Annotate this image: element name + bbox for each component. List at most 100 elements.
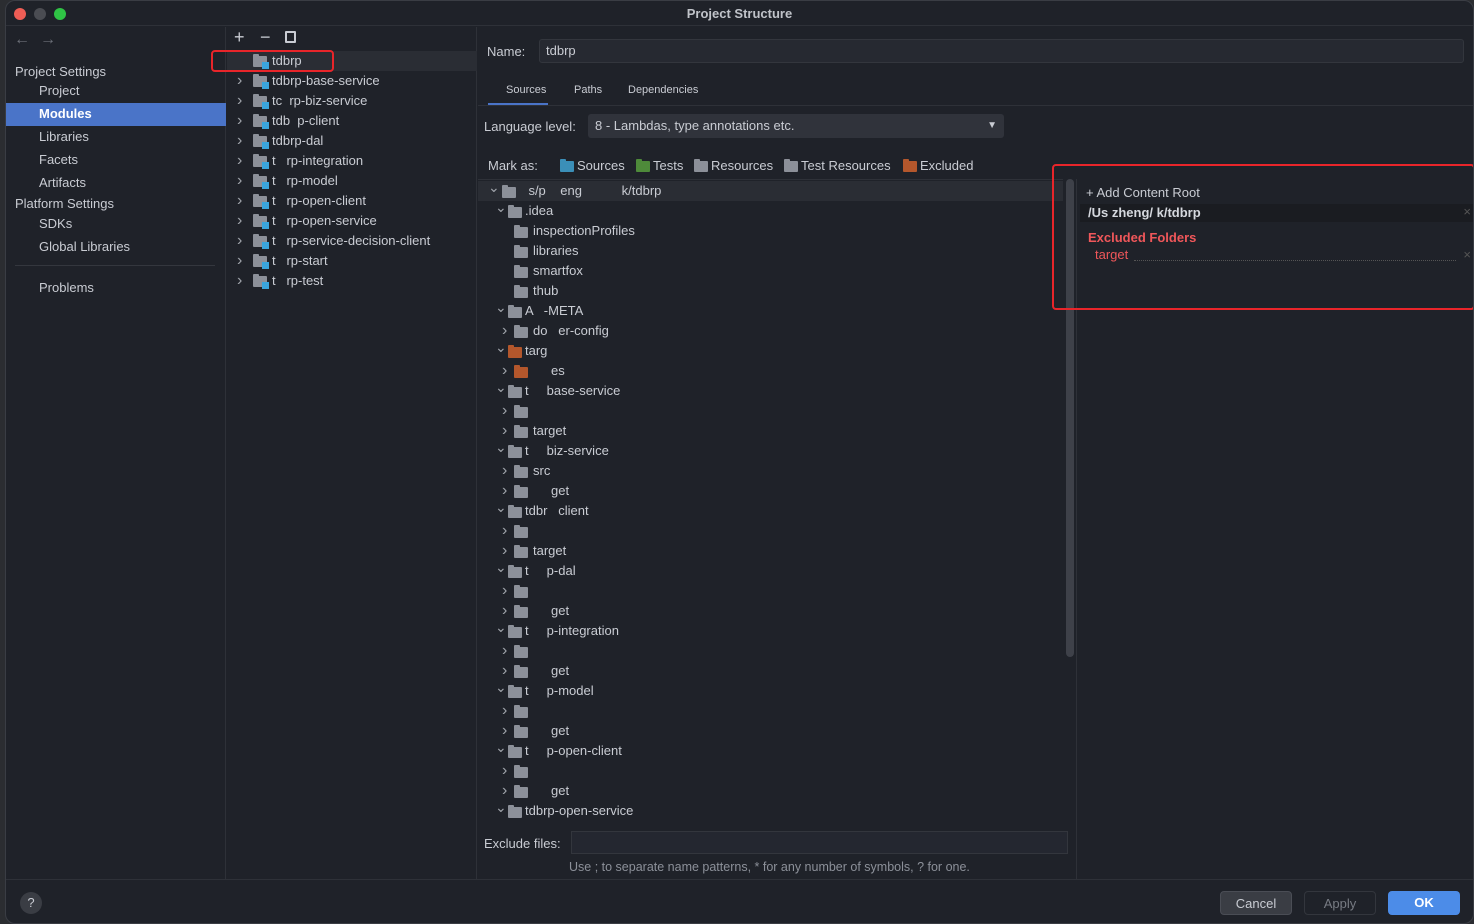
chevron-right-icon[interactable]: ›: [502, 701, 507, 721]
module-item[interactable]: › t rp-start: [227, 251, 477, 271]
module-item[interactable]: › tc rp-biz-service: [227, 91, 477, 111]
tree-node[interactable]: ⌄ A -META: [478, 299, 1063, 321]
copy-icon[interactable]: [285, 31, 296, 43]
chevron-right-icon[interactable]: ›: [237, 71, 242, 91]
chevron-down-icon[interactable]: ⌄: [495, 737, 507, 757]
chevron-right-icon[interactable]: ›: [502, 401, 507, 421]
module-item[interactable]: › t rp-integration: [227, 151, 477, 171]
ok-button[interactable]: OK: [1388, 891, 1460, 915]
sidebar-item-global-libraries[interactable]: Global Libraries: [6, 236, 226, 259]
module-item[interactable]: › tdbrp-dal: [227, 131, 477, 151]
sidebar-item-facets[interactable]: Facets: [6, 149, 226, 172]
tree-node[interactable]: › get: [478, 781, 1063, 801]
tree-node[interactable]: › target: [478, 421, 1063, 441]
zoom-window-button[interactable]: [54, 8, 66, 20]
tab-paths[interactable]: Paths: [574, 84, 602, 104]
chevron-right-icon[interactable]: ›: [237, 151, 242, 171]
mark-as-test-resources-button[interactable]: Test Resources: [784, 158, 891, 176]
mark-as-sources-button[interactable]: Sources: [560, 158, 625, 176]
forward-arrow-icon[interactable]: →: [40, 31, 56, 49]
chevron-right-icon[interactable]: ›: [502, 581, 507, 601]
back-arrow-icon[interactable]: ←: [14, 31, 30, 49]
tree-node[interactable]: › src: [478, 461, 1063, 481]
tree-node[interactable]: › get: [478, 661, 1063, 681]
chevron-down-icon[interactable]: ⌄: [495, 677, 507, 697]
help-button[interactable]: ?: [20, 892, 42, 914]
tab-dependencies[interactable]: Dependencies: [628, 84, 698, 104]
chevron-down-icon[interactable]: ⌄: [495, 617, 507, 637]
tree-node[interactable]: ›: [478, 521, 1063, 541]
language-level-select[interactable]: 8 - Lambdas, type annotations etc. ▼: [588, 114, 1004, 138]
chevron-right-icon[interactable]: ›: [502, 521, 507, 541]
chevron-right-icon[interactable]: ›: [237, 91, 242, 111]
mark-as-excluded-button[interactable]: Excluded: [903, 158, 973, 176]
tree-node[interactable]: › target: [478, 541, 1063, 561]
exclude-files-input[interactable]: [571, 831, 1068, 854]
sidebar-item-problems[interactable]: Problems: [6, 277, 226, 300]
apply-button[interactable]: Apply: [1304, 891, 1376, 915]
minimize-window-button[interactable]: [34, 8, 46, 20]
tab-sources[interactable]: Sources: [506, 84, 546, 104]
module-item[interactable]: › tdb p-client: [227, 111, 477, 131]
tree-node[interactable]: ⌄ t biz-service: [478, 439, 1063, 461]
tree-node[interactable]: ⌄ tdbrp-open-service: [478, 799, 1063, 821]
sidebar-item-libraries[interactable]: Libraries: [6, 126, 226, 149]
module-item[interactable]: › t rp-service-decision-client: [227, 231, 477, 251]
tree-node[interactable]: › get: [478, 481, 1063, 501]
chevron-down-icon[interactable]: ⌄: [495, 377, 507, 397]
module-item[interactable]: › t rp-model: [227, 171, 477, 191]
chevron-right-icon[interactable]: ›: [237, 271, 242, 291]
chevron-right-icon[interactable]: ›: [502, 461, 507, 481]
tree-node[interactable]: ⌄ t p-open-client: [478, 739, 1063, 761]
chevron-down-icon[interactable]: ⌄: [495, 437, 507, 457]
chevron-down-icon[interactable]: ⌄: [488, 180, 500, 197]
chevron-down-icon[interactable]: ⌄: [495, 197, 507, 217]
chevron-right-icon[interactable]: ›: [237, 231, 242, 251]
tree-node[interactable]: › get: [478, 601, 1063, 621]
chevron-down-icon[interactable]: ⌄: [495, 797, 507, 817]
chevron-down-icon[interactable]: ⌄: [495, 557, 507, 577]
tree-node[interactable]: ⌄ t p-model: [478, 679, 1063, 701]
module-item[interactable]: › t rp-open-service: [227, 211, 477, 231]
tree-node[interactable]: ›: [478, 401, 1063, 421]
mark-as-tests-button[interactable]: Tests: [636, 158, 683, 176]
remove-module-button[interactable]: −: [260, 27, 271, 48]
chevron-right-icon[interactable]: ›: [237, 131, 242, 151]
close-window-button[interactable]: [14, 8, 26, 20]
tree-node[interactable]: inspectionProfiles: [478, 221, 1063, 241]
sidebar-item-sdks[interactable]: SDKs: [6, 213, 226, 236]
name-input[interactable]: tdbrp: [539, 39, 1464, 63]
chevron-right-icon[interactable]: ›: [502, 761, 507, 781]
chevron-right-icon[interactable]: ›: [237, 111, 242, 131]
sidebar-item-project[interactable]: Project: [6, 80, 226, 103]
tree-node[interactable]: libraries: [478, 241, 1063, 261]
tree-node[interactable]: ⌄ tdbr client: [478, 499, 1063, 521]
chevron-right-icon[interactable]: ›: [237, 191, 242, 211]
sidebar-item-modules[interactable]: Modules: [6, 103, 226, 126]
mark-as-resources-button[interactable]: Resources: [694, 158, 773, 176]
chevron-right-icon[interactable]: ›: [237, 211, 242, 231]
chevron-right-icon[interactable]: ›: [237, 171, 242, 191]
tree-node[interactable]: ⌄ t p-integration: [478, 619, 1063, 641]
tree-node[interactable]: ›: [478, 761, 1063, 781]
module-item[interactable]: › t rp-test: [227, 271, 477, 291]
tree-node[interactable]: ⌄ s/p eng k/tdbrp: [478, 180, 1063, 201]
tree-node[interactable]: › get: [478, 721, 1063, 741]
tree-node[interactable]: ⌄ t p-dal: [478, 559, 1063, 581]
chevron-down-icon[interactable]: ⌄: [495, 297, 507, 317]
module-item[interactable]: › t rp-open-client: [227, 191, 477, 211]
chevron-right-icon[interactable]: ›: [502, 641, 507, 661]
tree-node[interactable]: smartfox: [478, 261, 1063, 281]
tree-node[interactable]: ›: [478, 581, 1063, 601]
module-item[interactable]: › tdbrp-base-service: [227, 71, 477, 91]
tree-node[interactable]: ›: [478, 701, 1063, 721]
tree-node[interactable]: ⌄ t base-service: [478, 379, 1063, 401]
tree-node[interactable]: ⌄ .idea: [478, 199, 1063, 221]
cancel-button[interactable]: Cancel: [1220, 891, 1292, 915]
add-module-button[interactable]: +: [234, 27, 245, 48]
tree-node[interactable]: ⌄ targ: [478, 339, 1063, 361]
chevron-down-icon[interactable]: ⌄: [495, 497, 507, 517]
tree-node[interactable]: › es: [478, 361, 1063, 381]
tree-node[interactable]: › do er-config: [478, 321, 1063, 341]
chevron-down-icon[interactable]: ⌄: [495, 337, 507, 357]
